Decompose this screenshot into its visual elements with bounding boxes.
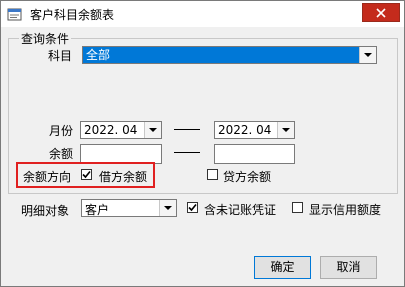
month-to-value: 2022. 04 [218,123,272,137]
ok-button[interactable]: 确定 [254,256,311,279]
dialog-window: 客户科目余额表 查询条件 科目 全部 月份 2022. 04 2022. 04 … [0,0,405,287]
balance-from-input[interactable] [80,144,162,164]
close-icon [376,8,386,18]
include-unposted-checkbox[interactable] [187,202,198,213]
subject-value: 全部 [83,47,359,63]
chevron-down-icon [164,206,172,210]
show-credit-limit-checkbox[interactable] [292,202,303,213]
query-conditions-label: 查询条件 [19,30,72,47]
month-range-dash [174,129,200,130]
close-button[interactable] [362,3,400,22]
detail-object-label: 明细对象 [21,204,70,218]
title-bar: 客户科目余额表 [1,1,404,27]
chevron-down-icon [364,53,372,57]
checkmark-icon [188,203,197,212]
month-to-select[interactable]: 2022. 04 [214,121,295,139]
show-credit-limit-label[interactable]: 显示信用额度 [309,201,381,218]
balance-range-dash [174,152,200,153]
balance-label: 余额 [49,147,74,161]
month-from-select[interactable]: 2022. 04 [80,121,162,139]
cancel-button[interactable]: 取消 [320,256,377,279]
include-unposted-label[interactable]: 含未记账凭证 [204,201,276,218]
credit-balance-label[interactable]: 贷方余额 [223,168,271,185]
month-label: 月份 [49,124,74,138]
subject-label: 科目 [48,49,73,63]
highlight-box [16,162,155,188]
subject-select[interactable]: 全部 [82,46,377,64]
app-icon [7,6,23,22]
month-to-dropdown-button[interactable] [277,122,294,138]
subject-dropdown-button[interactable] [359,47,376,63]
balance-to-input[interactable] [214,144,295,164]
detail-object-select[interactable]: 客户 [81,199,177,217]
detail-object-dropdown-button[interactable] [159,200,176,216]
chevron-down-icon [149,128,157,132]
detail-object-value: 客户 [85,203,110,217]
credit-balance-checkbox[interactable] [207,169,218,180]
chevron-down-icon [282,128,290,132]
month-from-value: 2022. 04 [84,123,138,137]
window-title: 客户科目余额表 [30,8,115,22]
month-from-dropdown-button[interactable] [144,122,161,138]
